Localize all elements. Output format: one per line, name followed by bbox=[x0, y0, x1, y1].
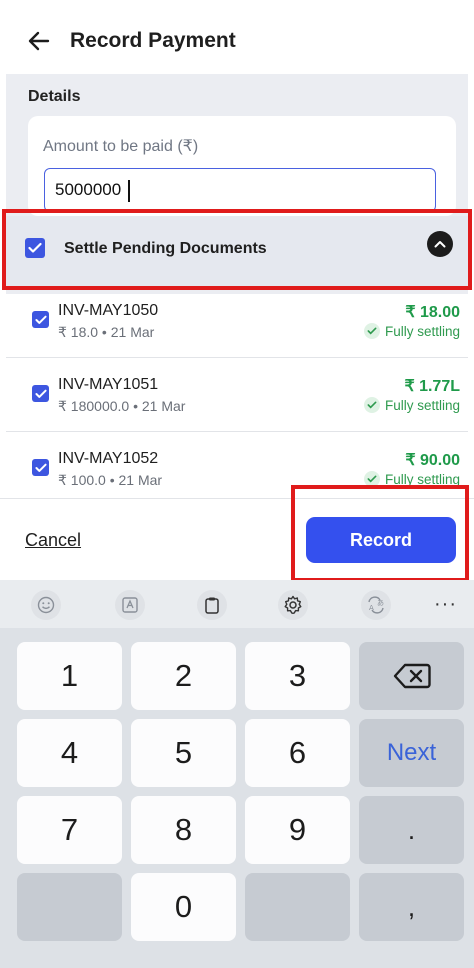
key-7[interactable]: 7 bbox=[17, 796, 122, 864]
blank-key-right bbox=[245, 873, 350, 941]
next-key[interactable]: Next bbox=[359, 719, 464, 787]
settings-icon[interactable] bbox=[278, 590, 308, 620]
document-checkbox[interactable] bbox=[32, 311, 49, 328]
key-2[interactable]: 2 bbox=[131, 642, 236, 710]
document-name: INV-MAY1051 bbox=[58, 376, 159, 393]
collapse-button[interactable] bbox=[427, 231, 453, 257]
checkmark-icon bbox=[28, 242, 42, 253]
row-divider bbox=[6, 431, 468, 432]
document-meta: ₹ 180000.0 • 21 Mar bbox=[58, 398, 186, 414]
checkmark-icon bbox=[34, 389, 47, 398]
key-3[interactable]: 3 bbox=[245, 642, 350, 710]
key-8[interactable]: 8 bbox=[131, 796, 236, 864]
back-button[interactable] bbox=[22, 26, 56, 56]
document-row[interactable]: INV-MAY1050 ₹ 18.0 • 21 Mar ₹ 18.00 Full… bbox=[0, 290, 474, 364]
document-amount: ₹ 1.77L bbox=[404, 378, 460, 395]
text-caret bbox=[128, 180, 130, 202]
document-amount: ₹ 90.00 bbox=[405, 452, 460, 469]
key-1[interactable]: 1 bbox=[17, 642, 122, 710]
svg-text:あ: あ bbox=[377, 599, 384, 607]
document-meta: ₹ 100.0 • 21 Mar bbox=[58, 472, 163, 488]
check-circle-icon bbox=[363, 397, 380, 413]
arrow-left-icon bbox=[28, 31, 50, 51]
chevron-up-icon bbox=[434, 241, 446, 248]
document-status-label: Fully settling bbox=[384, 471, 460, 487]
keyboard-toolbar bbox=[0, 580, 474, 628]
checkmark-icon bbox=[34, 463, 47, 472]
details-section-title: Details bbox=[28, 88, 81, 105]
clipboard-icon[interactable] bbox=[197, 590, 227, 620]
document-status: Fully settling bbox=[363, 397, 460, 413]
page-title: Record Payment bbox=[70, 29, 236, 52]
document-amount: ₹ 18.00 bbox=[405, 304, 460, 321]
app-header: Record Payment bbox=[0, 0, 474, 74]
text-recognition-icon[interactable] bbox=[115, 590, 145, 620]
document-name: INV-MAY1052 bbox=[58, 450, 159, 467]
amount-label: Amount to be paid (₹) bbox=[43, 138, 199, 155]
document-status: Fully settling bbox=[363, 323, 460, 339]
key-6[interactable]: 6 bbox=[245, 719, 350, 787]
checkmark-icon bbox=[34, 315, 47, 324]
key-0[interactable]: 0 bbox=[131, 873, 236, 941]
settle-pending-label: Settle Pending Documents bbox=[64, 240, 267, 257]
comma-key[interactable]: , bbox=[359, 873, 464, 941]
emoji-icon[interactable] bbox=[31, 590, 61, 620]
backspace-key[interactable] bbox=[359, 642, 464, 710]
key-9[interactable]: 9 bbox=[245, 796, 350, 864]
document-status: Fully settling bbox=[363, 471, 460, 487]
key-5[interactable]: 5 bbox=[131, 719, 236, 787]
settle-pending-checkbox[interactable] bbox=[25, 238, 45, 258]
document-checkbox[interactable] bbox=[32, 385, 49, 402]
document-meta: ₹ 18.0 • 21 Mar bbox=[58, 324, 155, 340]
translate-icon[interactable]: Aあ bbox=[361, 590, 391, 620]
more-icon[interactable]: ··· bbox=[434, 593, 457, 616]
document-checkbox[interactable] bbox=[32, 459, 49, 476]
key-4[interactable]: 4 bbox=[17, 719, 122, 787]
document-status-label: Fully settling bbox=[384, 397, 460, 413]
svg-text:A: A bbox=[369, 604, 374, 612]
backspace-icon bbox=[393, 663, 431, 689]
document-name: INV-MAY1050 bbox=[58, 302, 159, 319]
blank-key-left bbox=[17, 873, 122, 941]
record-button[interactable]: Record bbox=[306, 517, 456, 563]
check-circle-icon bbox=[363, 471, 380, 487]
document-status-label: Fully settling bbox=[384, 323, 460, 339]
amount-input[interactable] bbox=[44, 168, 436, 212]
check-circle-icon bbox=[363, 323, 380, 339]
cancel-button[interactable]: Cancel bbox=[25, 530, 81, 551]
document-row[interactable]: INV-MAY1051 ₹ 180000.0 • 21 Mar ₹ 1.77L … bbox=[0, 364, 474, 438]
period-key[interactable]: . bbox=[359, 796, 464, 864]
row-divider bbox=[6, 357, 468, 358]
